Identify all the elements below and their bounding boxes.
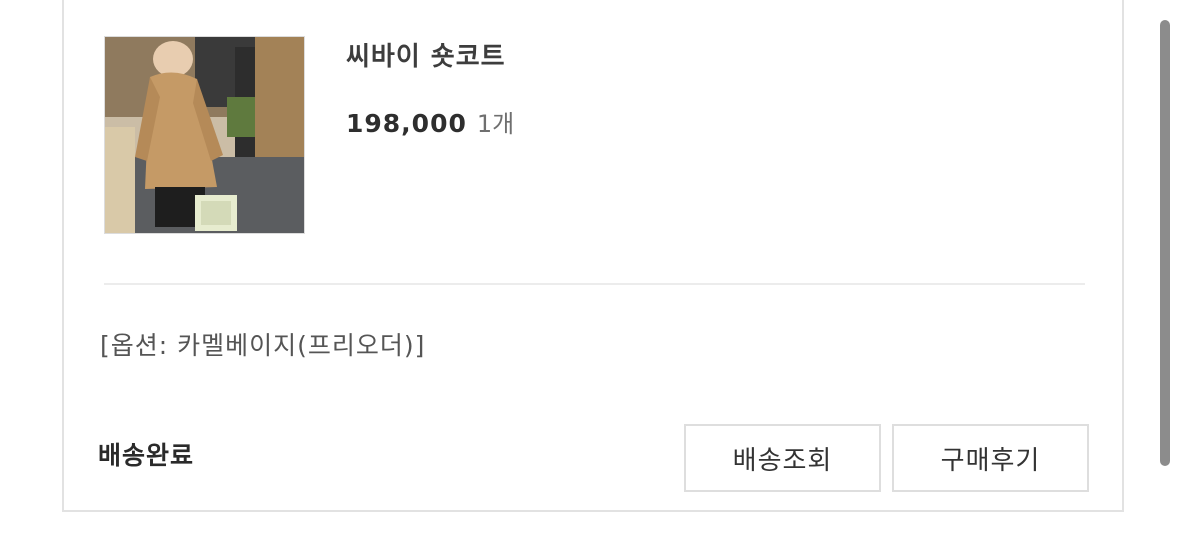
- write-review-button[interactable]: 구매후기: [892, 424, 1089, 492]
- product-price: 198,000: [346, 109, 467, 138]
- product-name[interactable]: 씨바이 숏코트: [346, 36, 506, 73]
- product-thumbnail[interactable]: [104, 36, 305, 234]
- order-option: [옵션: 카멜베이지(프리오더)]: [100, 331, 426, 360]
- scrollbar[interactable]: [1160, 20, 1170, 466]
- delivery-status: 배송완료: [98, 441, 195, 470]
- product-photo-image: [105, 37, 304, 233]
- divider: [104, 283, 1085, 285]
- product-quantity: 1개: [476, 110, 515, 138]
- track-delivery-button[interactable]: 배송조회: [684, 424, 881, 492]
- price-line: 198,000 1개: [346, 104, 514, 139]
- order-item-card: 씨바이 숏코트 198,000 1개 [옵션: 카멜베이지(프리오더)] 배송완료…: [62, 0, 1124, 512]
